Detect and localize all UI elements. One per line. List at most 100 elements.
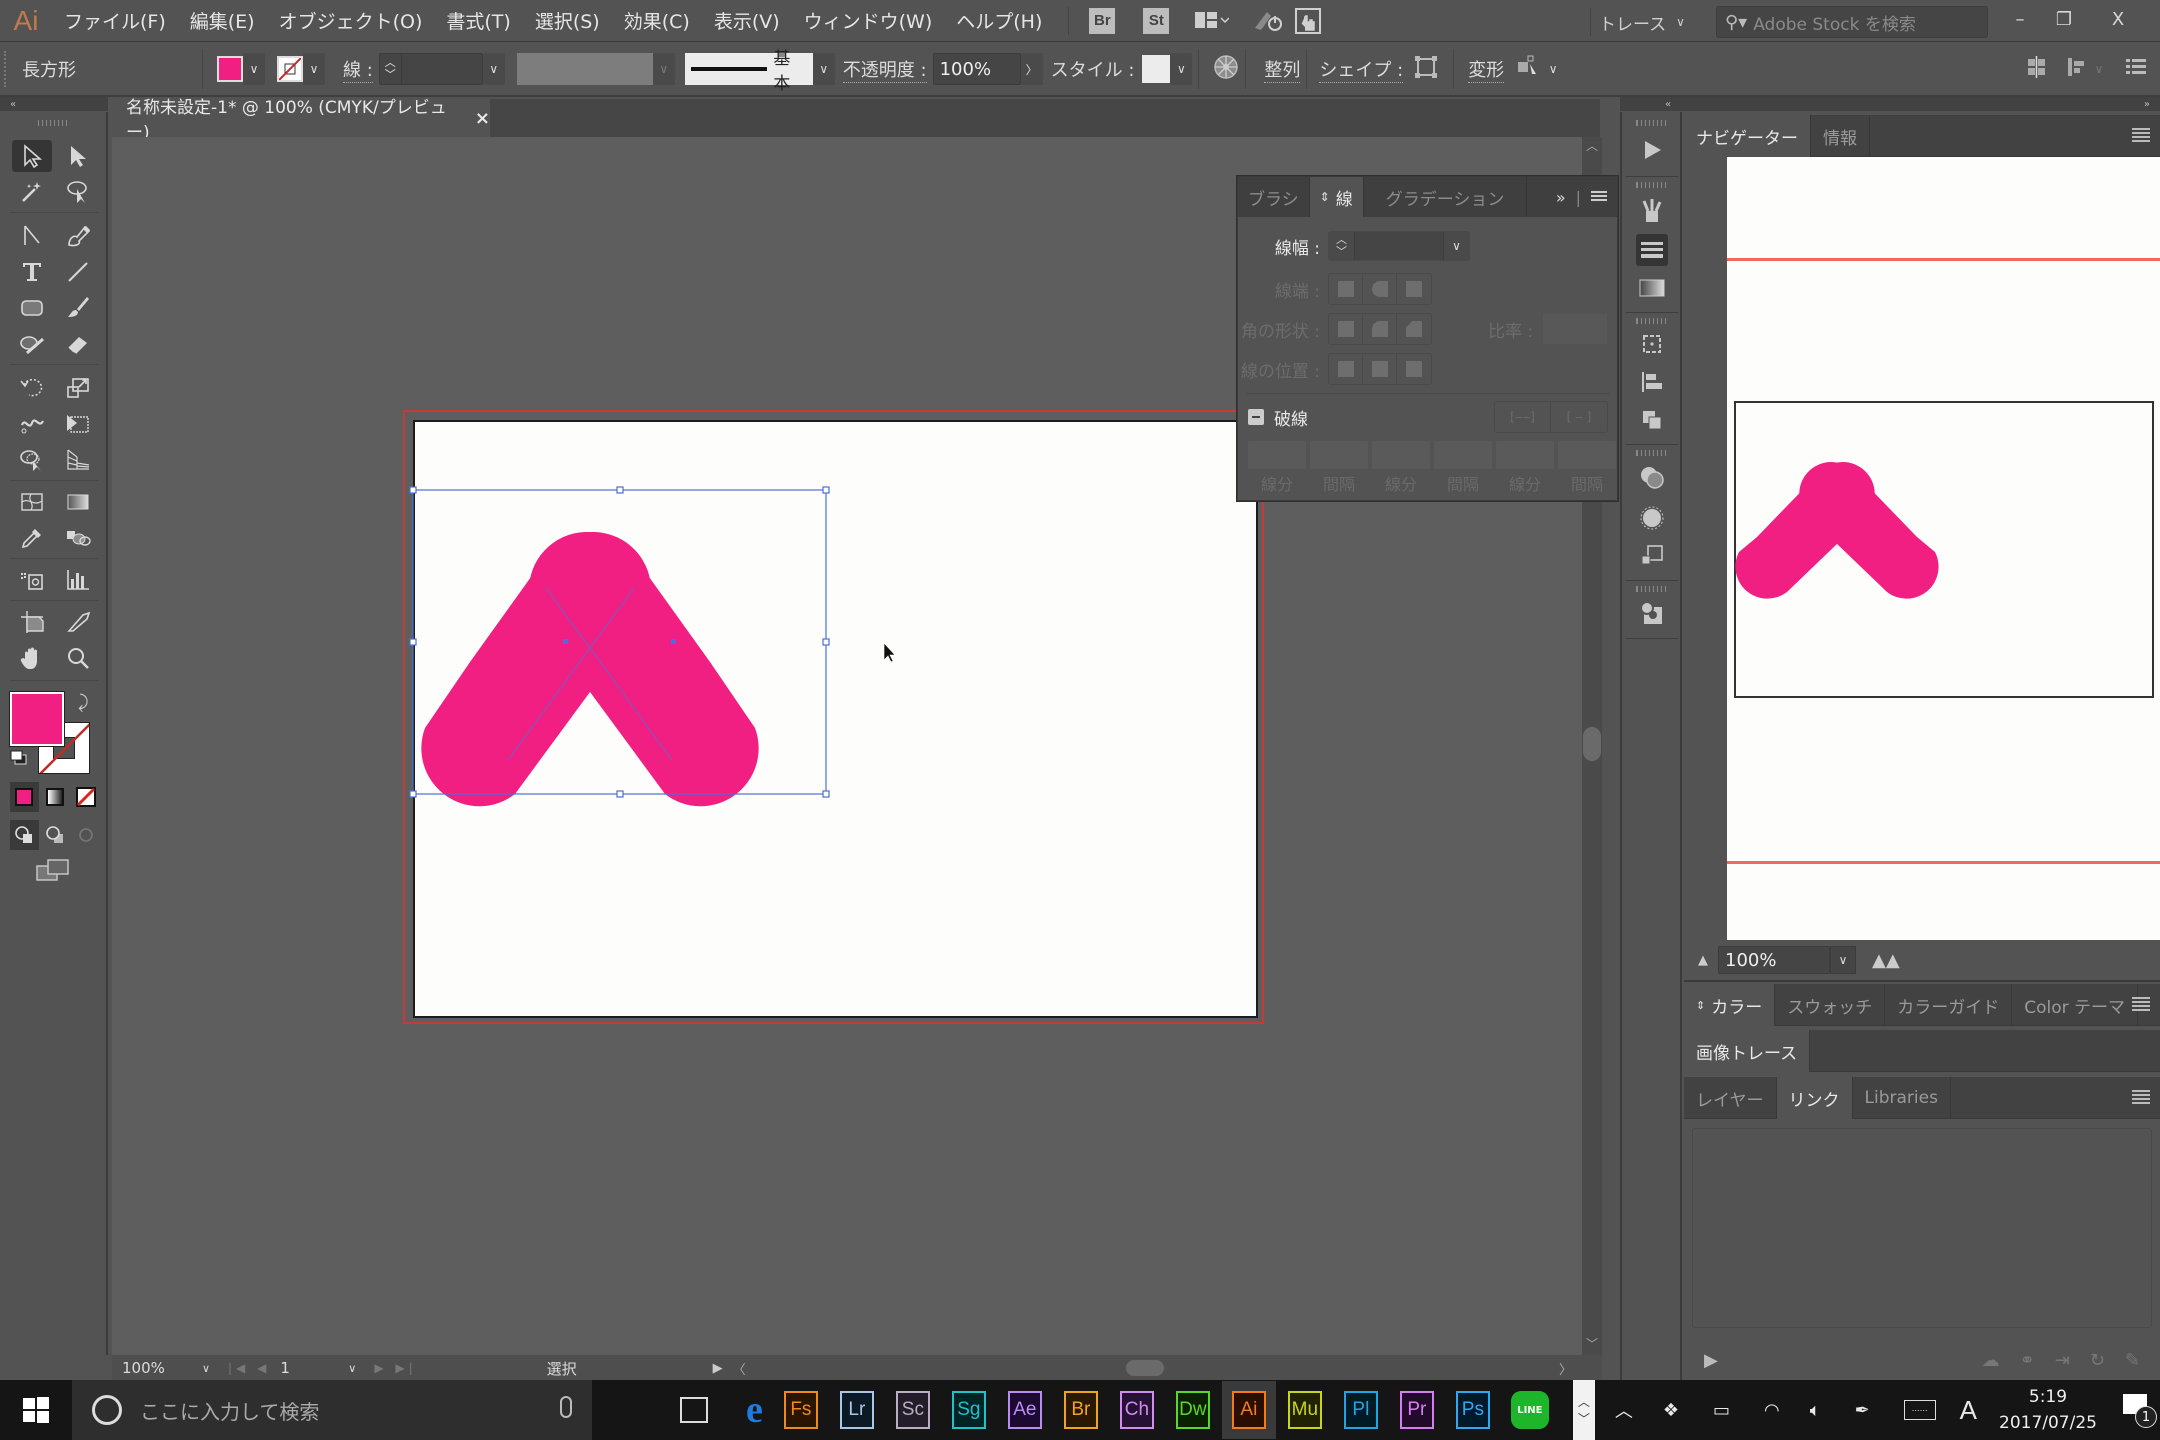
stroke-weight-field[interactable]: ︿ ﹀ — [378, 53, 483, 85]
battery-icon[interactable]: ▭ — [1713, 1400, 1730, 1421]
eyedropper-tool[interactable] — [12, 522, 52, 554]
horizontal-scroll-thumb[interactable] — [1125, 1360, 1164, 1376]
show-hidden-icons[interactable]: ︿ — [1615, 1397, 1633, 1423]
touch-keyboard-icon[interactable]: ⋯⋯ — [1903, 1400, 1936, 1420]
artboard-dropdown[interactable]: ∨ — [340, 1362, 364, 1375]
variable-width-profile[interactable] — [516, 53, 653, 85]
magic-wand-tool[interactable] — [12, 176, 52, 208]
taskbar-app-fs[interactable]: Fs — [783, 1391, 818, 1429]
line-segment-tool[interactable] — [58, 256, 98, 288]
tab-color[interactable]: ⇕ カラー — [1684, 984, 1776, 1026]
volume-icon[interactable]: 🔈︎ — [1810, 1400, 1821, 1421]
taskbar-app-mu[interactable]: Mu — [1287, 1391, 1322, 1429]
gap-2-input[interactable] — [1434, 441, 1492, 469]
menu-help[interactable]: ヘルプ(H) — [944, 7, 1054, 34]
distribute-dropdown[interactable]: ∨ — [2088, 53, 2110, 85]
dock-grip[interactable] — [1636, 450, 1666, 456]
horizontal-scrollbar[interactable] — [746, 1358, 1559, 1378]
mesh-tool[interactable] — [12, 486, 52, 518]
stroke-panel-icon[interactable] — [1636, 234, 1668, 266]
bridge-button[interactable]: Br — [1089, 7, 1116, 34]
dash-2-input[interactable] — [1372, 441, 1430, 469]
ime-indicator[interactable]: A — [1960, 1395, 1977, 1426]
round-join-button[interactable] — [1363, 314, 1397, 344]
taskbar-app-ch[interactable]: Ch — [1119, 1391, 1154, 1429]
free-transform-tool[interactable] — [58, 408, 98, 440]
navigator-menu-icon[interactable] — [2132, 128, 2150, 142]
pathfinder-panel-icon[interactable] — [1636, 404, 1668, 436]
taskbar-app-pr[interactable]: Pr — [1399, 1391, 1434, 1429]
tab-image-trace[interactable]: 画像トレース — [1684, 1030, 1811, 1072]
blend-tool[interactable] — [58, 522, 98, 554]
arrange-documents-icon[interactable] — [1195, 7, 1230, 35]
align-inside-button[interactable] — [1363, 354, 1397, 384]
taskbar-search-box[interactable]: ここに入力して検索 — [72, 1380, 592, 1440]
taskbar-app-br[interactable]: Br — [1063, 1391, 1098, 1429]
expand-panels-icon[interactable]: » — [2144, 99, 2150, 110]
transform-reference-icon[interactable] — [1516, 54, 1542, 85]
color-menu-icon[interactable] — [2132, 997, 2150, 1011]
scroll-left-icon[interactable]: 〈 — [733, 1359, 746, 1378]
menu-select[interactable]: 選択(S) — [523, 7, 612, 34]
zoom-dropdown[interactable]: ∨ — [194, 1362, 218, 1375]
go-to-link-icon[interactable]: ⇥ — [2055, 1350, 2070, 1371]
type-tool[interactable] — [12, 256, 52, 288]
panels-collapse-strip[interactable]: «» — [1620, 97, 2160, 111]
opacity-label[interactable]: 不透明度 : — [842, 56, 927, 83]
change-screen-mode-icon[interactable] — [36, 858, 72, 886]
zoom-out-icon[interactable]: ▲ — [1698, 953, 1708, 968]
paintbrush-tool[interactable] — [58, 292, 98, 324]
wifi-icon[interactable]: ◠ — [1764, 1400, 1780, 1421]
zoom-tool[interactable] — [58, 642, 98, 674]
graphic-styles-panel-icon[interactable] — [1636, 540, 1668, 572]
align-link[interactable]: 整列 — [1264, 56, 1301, 83]
tab-layers[interactable]: レイヤー — [1684, 1077, 1777, 1119]
align-panel-icon[interactable] — [1636, 366, 1668, 398]
taskbar-app-sg[interactable]: Sg — [951, 1391, 986, 1429]
tab-color-guide[interactable]: カラーガイド — [1885, 984, 2013, 1026]
menu-view[interactable]: 表示(V) — [702, 7, 792, 34]
lasso-tool[interactable] — [58, 176, 98, 208]
menu-edit[interactable]: 編集(E) — [178, 7, 267, 34]
collapse-left-icon[interactable]: « — [1665, 99, 1671, 110]
tab-navigator[interactable]: ナビゲーター — [1684, 115, 1811, 157]
navigator-zoom-input[interactable]: 100% — [1718, 946, 1830, 974]
miter-join-button[interactable] — [1329, 314, 1363, 344]
stroke-weight-dropdown[interactable]: ∨ — [482, 53, 505, 85]
dock-grip[interactable] — [1636, 120, 1666, 126]
taskbar-scroll-buttons[interactable]: ︿ ﹀ — [1572, 1380, 1595, 1440]
tab-info[interactable]: 情報 — [1811, 115, 1870, 157]
round-cap-button[interactable] — [1363, 274, 1397, 304]
relink-icon[interactable]: ⚭ — [2020, 1350, 2035, 1371]
fill-dropdown[interactable]: ∨ — [243, 53, 265, 85]
distribute-icon[interactable] — [2066, 56, 2088, 83]
bevel-join-button[interactable] — [1397, 314, 1431, 344]
close-window-button[interactable]: X — [2098, 4, 2138, 34]
shape-link[interactable]: シェイプ : — [1319, 56, 1404, 83]
none-mode-button[interactable] — [71, 782, 100, 812]
align-dash-button[interactable]: [ ‒ ] — [1551, 402, 1607, 432]
dash-3-input[interactable] — [1496, 441, 1554, 469]
tools-collapse-button[interactable]: « — [0, 97, 108, 111]
taskbar-app-sc[interactable]: Sc — [895, 1391, 930, 1429]
appearance-panel-icon[interactable] — [1636, 502, 1668, 534]
edge-browser-icon[interactable]: e — [746, 1388, 763, 1432]
line-app-icon[interactable]: LINE — [1510, 1391, 1549, 1429]
color-mode-button[interactable] — [10, 782, 39, 812]
stock-search-input[interactable]: ⚲▾ Adobe Stock を検索 — [1716, 6, 1988, 38]
brush-definition-select[interactable]: 基本 — [684, 49, 813, 94]
weight-stepper[interactable]: ︿ ﹀ — [1329, 232, 1355, 260]
gpu-performance-icon[interactable] — [1253, 7, 1285, 35]
navigator-zoom-dropdown[interactable]: ∨ — [1830, 946, 1856, 974]
taskbar-app-ae[interactable]: Ae — [1007, 1391, 1042, 1429]
touch-workspace-icon[interactable] — [1295, 7, 1322, 35]
perspective-grid-tool[interactable] — [58, 444, 98, 476]
stroke-weight-input[interactable]: ︿ ﹀ ∨ — [1328, 231, 1470, 261]
butt-cap-button[interactable] — [1329, 274, 1363, 304]
default-fill-stroke-icon[interactable] — [10, 750, 28, 766]
dashed-line-checkbox[interactable] — [1248, 409, 1264, 425]
swap-fill-stroke-icon[interactable]: ⤸ — [78, 692, 89, 713]
taskbar-app-ps[interactable]: Ps — [1455, 1391, 1490, 1429]
curvature-tool[interactable] — [12, 220, 52, 252]
image-trace-panel-icon[interactable] — [1636, 598, 1668, 630]
